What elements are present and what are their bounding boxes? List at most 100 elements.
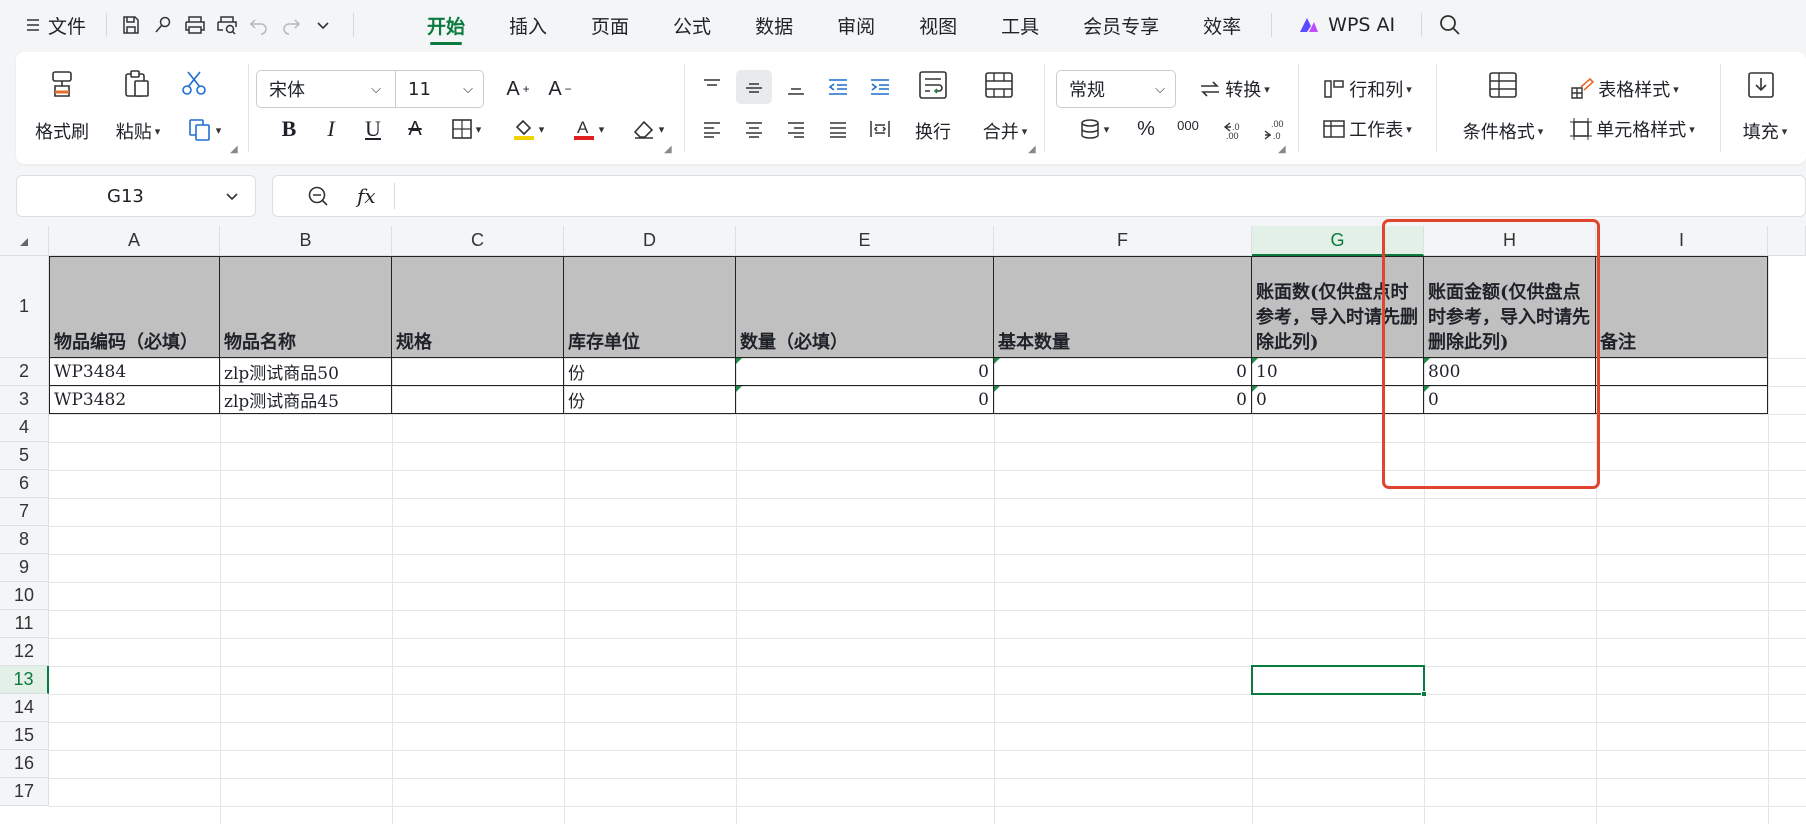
- align-right-icon[interactable]: [778, 112, 814, 146]
- conditional-format-icon[interactable]: [1480, 64, 1526, 106]
- font-color-button[interactable]: A ▾: [562, 112, 614, 146]
- align-left-icon[interactable]: [694, 112, 730, 146]
- border-button[interactable]: ▾: [440, 112, 492, 146]
- percent-button[interactable]: %: [1128, 112, 1164, 146]
- chevron-down-icon[interactable]: ⌵: [371, 82, 381, 97]
- cell-style-button[interactable]: 单元格样式 ▾: [1562, 112, 1702, 146]
- tab-member[interactable]: 会员专享: [1061, 0, 1181, 50]
- row-header-15[interactable]: 15: [0, 722, 49, 750]
- currency-button[interactable]: ▾: [1068, 112, 1120, 146]
- number-format-select[interactable]: 常规 ⌵: [1056, 70, 1176, 108]
- wps-ai-button[interactable]: WPS AI: [1280, 14, 1413, 36]
- copy-button[interactable]: ▾: [176, 114, 232, 146]
- row-header-14[interactable]: 14: [0, 694, 49, 722]
- clear-format-button[interactable]: ▾: [622, 112, 674, 146]
- chevron-down-icon[interactable]: [307, 9, 339, 41]
- column-header-a[interactable]: A: [49, 226, 220, 256]
- tab-formula[interactable]: 公式: [651, 0, 733, 50]
- row-header-10[interactable]: 10: [0, 582, 49, 610]
- table-style-button[interactable]: 表格样式 ▾: [1562, 72, 1686, 106]
- insert-function-button[interactable]: fx: [357, 184, 376, 208]
- cell-i2[interactable]: [1596, 358, 1768, 386]
- header-cell-e[interactable]: 数量（必填）: [736, 256, 994, 358]
- fill-button[interactable]: 填充 ▾: [1734, 116, 1796, 146]
- cell-e3[interactable]: 0: [736, 386, 994, 414]
- column-header-d[interactable]: D: [564, 226, 736, 256]
- format-painter-button[interactable]: 格式刷: [30, 116, 94, 146]
- header-cell-c[interactable]: 规格: [392, 256, 564, 358]
- cut-icon[interactable]: [176, 66, 212, 100]
- search-icon[interactable]: [1430, 5, 1470, 45]
- column-header-i[interactable]: I: [1596, 226, 1768, 256]
- pen-icon[interactable]: [147, 9, 179, 41]
- header-cell-a[interactable]: 物品编码（必填）: [49, 256, 220, 358]
- header-cell-d[interactable]: 库存单位: [564, 256, 736, 358]
- paste-button[interactable]: 粘贴 ▾: [108, 116, 168, 146]
- column-header-e[interactable]: E: [736, 226, 994, 256]
- row-header-13[interactable]: 13: [0, 666, 49, 694]
- row-header-17[interactable]: 17: [0, 778, 49, 806]
- fill-icon[interactable]: [1738, 64, 1784, 106]
- select-all-corner[interactable]: [0, 226, 49, 256]
- row-col-button[interactable]: 行和列 ▾: [1312, 72, 1422, 106]
- row-header-12[interactable]: 12: [0, 638, 49, 666]
- dialog-launcher-icon[interactable]: ◢: [1278, 144, 1286, 155]
- cell-d2[interactable]: 份: [564, 358, 736, 386]
- cell-d3[interactable]: 份: [564, 386, 736, 414]
- formula-input[interactable]: [395, 176, 1805, 216]
- print-icon[interactable]: [179, 9, 211, 41]
- align-bottom-icon[interactable]: [778, 70, 814, 104]
- header-cell-b[interactable]: 物品名称: [220, 256, 392, 358]
- dialog-launcher-icon[interactable]: ◢: [1028, 144, 1036, 155]
- row-header-3[interactable]: 3: [0, 386, 49, 414]
- row-header-6[interactable]: 6: [0, 470, 49, 498]
- tab-home[interactable]: 开始: [405, 0, 487, 50]
- strikethrough-icon[interactable]: A: [398, 112, 432, 146]
- row-header-2[interactable]: 2: [0, 358, 49, 386]
- tab-insert[interactable]: 插入: [487, 0, 569, 50]
- cell-c3[interactable]: [392, 386, 564, 414]
- name-box[interactable]: G13: [16, 175, 256, 217]
- header-cell-i[interactable]: 备注: [1596, 256, 1768, 358]
- selected-cell-outline[interactable]: [1251, 665, 1427, 697]
- decrease-decimal-icon[interactable]: .00.0: [1256, 112, 1296, 146]
- row-header-9[interactable]: 9: [0, 554, 49, 582]
- cell-c2[interactable]: [392, 358, 564, 386]
- cell-b3[interactable]: zlp测试商品45: [220, 386, 392, 414]
- cell-e2[interactable]: 0: [736, 358, 994, 386]
- fill-handle[interactable]: [1421, 691, 1427, 697]
- row-header-4[interactable]: 4: [0, 414, 49, 442]
- dialog-launcher-icon[interactable]: ◢: [230, 144, 238, 155]
- cell-i3[interactable]: [1596, 386, 1768, 414]
- row-header-7[interactable]: 7: [0, 498, 49, 526]
- redo-icon[interactable]: [275, 9, 307, 41]
- increase-font-icon[interactable]: A +: [500, 72, 536, 106]
- thousands-separator-button[interactable]: 000: [1170, 112, 1206, 146]
- font-size-select[interactable]: 11 ⌵: [395, 71, 483, 107]
- row-header-8[interactable]: 8: [0, 526, 49, 554]
- tab-page[interactable]: 页面: [569, 0, 651, 50]
- wrap-text-icon[interactable]: [908, 64, 958, 106]
- cell-a2[interactable]: WP3484: [49, 358, 220, 386]
- format-painter-icon[interactable]: [36, 64, 88, 104]
- italic-icon[interactable]: I: [314, 112, 348, 146]
- row-header-5[interactable]: 5: [0, 442, 49, 470]
- merge-cells-icon[interactable]: [974, 64, 1024, 106]
- dialog-launcher-icon[interactable]: ◢: [664, 144, 672, 155]
- fill-color-button[interactable]: ▾: [502, 112, 554, 146]
- print-preview-icon[interactable]: [211, 9, 243, 41]
- bold-icon[interactable]: B: [272, 112, 306, 146]
- tab-review[interactable]: 审阅: [815, 0, 897, 50]
- row-header-16[interactable]: 16: [0, 750, 49, 778]
- distributed-align-icon[interactable]: [862, 112, 898, 146]
- tab-view[interactable]: 视图: [897, 0, 979, 50]
- file-menu-button[interactable]: 文件: [26, 7, 86, 43]
- row-header-11[interactable]: 11: [0, 610, 49, 638]
- cell-a3[interactable]: WP3482: [49, 386, 220, 414]
- tab-tools[interactable]: 工具: [979, 0, 1061, 50]
- underline-icon[interactable]: U: [356, 112, 390, 146]
- row-header-1[interactable]: 1: [0, 256, 49, 358]
- convert-button[interactable]: 转换 ▾: [1186, 72, 1282, 106]
- zoom-out-icon[interactable]: [307, 185, 329, 207]
- font-name-select[interactable]: 宋体: [257, 76, 371, 102]
